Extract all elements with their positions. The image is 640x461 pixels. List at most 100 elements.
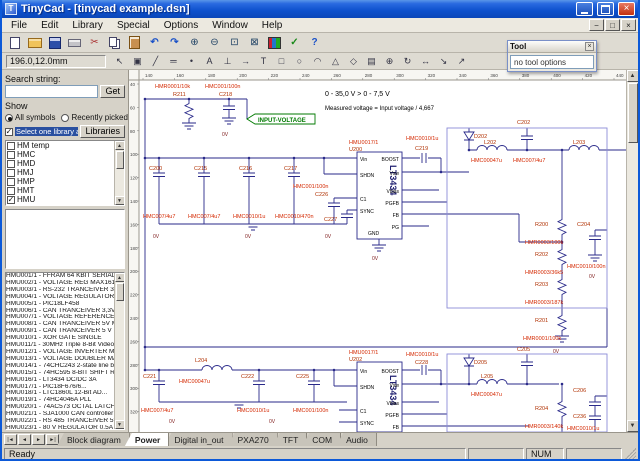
component-list-item[interactable]: HMU016/1 - LT3434 DC/DC 3A — [6, 377, 114, 384]
get-button[interactable]: Get — [100, 85, 125, 98]
library-checkbox[interactable] — [7, 178, 15, 186]
menu-item[interactable]: Window — [205, 19, 255, 32]
menu-item[interactable]: Options — [157, 19, 205, 32]
schematic-text[interactable]: R211 — [173, 92, 186, 98]
schematic-text[interactable]: HMC0010/470n — [275, 214, 314, 220]
schematic-text[interactable]: U200 — [349, 147, 362, 153]
minimize-button[interactable] — [576, 2, 593, 16]
component-list-item[interactable]: HMU006/1 - CAN TRANCEIVER 3,3V M... — [6, 308, 114, 315]
schematic-text[interactable]: BOOST — [381, 369, 399, 375]
sheet-tab[interactable]: Power — [125, 433, 170, 446]
schematic-text[interactable]: C228 — [415, 360, 428, 366]
sheet-tab[interactable]: TFT — [273, 433, 308, 446]
schematic-text[interactable]: HMR0001/100k — [523, 336, 561, 342]
restore-button[interactable] — [597, 2, 614, 16]
scroll-down-icon[interactable]: ▼ — [115, 420, 125, 429]
schematic-text[interactable]: Vin — [360, 369, 367, 375]
search-input[interactable] — [5, 85, 98, 98]
select-one-library-checkbox[interactable] — [5, 128, 13, 136]
tab-nav-button[interactable]: ►| — [46, 434, 59, 445]
schematic-text[interactable]: PG — [392, 225, 399, 231]
schematic-text[interactable]: C215 — [194, 166, 207, 172]
schematic-text[interactable]: HMR0003/140k — [525, 424, 563, 430]
schematic-canvas[interactable]: 1401601802002202402602803003203403603804… — [129, 70, 626, 432]
block-export-button[interactable]: ↗ — [453, 54, 470, 69]
component-list-item[interactable]: HMU023/1 - 80 V REGULATOR 0.5A L... — [6, 425, 114, 429]
component-list-item[interactable]: HMU005/1 - PIC18LF458 — [6, 301, 114, 308]
library-list-item[interactable]: HMD — [6, 159, 114, 168]
schematic-text[interactable]: R203 — [535, 282, 548, 288]
schematic-text[interactable]: SYNC — [360, 421, 374, 427]
schematic-text[interactable]: SHDN — [360, 173, 375, 179]
origin-button[interactable]: ⊕ — [381, 54, 398, 69]
sheet-tab[interactable]: Digital in_out — [164, 433, 232, 446]
schematic-text[interactable]: 0V — [372, 256, 379, 262]
mirror-button[interactable]: ↔ — [417, 54, 434, 69]
undo-button[interactable]: ↶ — [145, 34, 164, 51]
schematic-text[interactable]: HMR0003/100k — [525, 240, 563, 246]
titlebar[interactable]: T TinyCad - [tinycad example.dsn] × — [2, 0, 638, 18]
tab-nav-button[interactable]: ◄ — [18, 434, 31, 445]
schematic-text[interactable]: C218 — [219, 92, 232, 98]
sheet-tab[interactable]: COM — [302, 433, 341, 446]
schematic-text[interactable]: C216 — [239, 166, 252, 172]
sheet-tab[interactable]: Block diagram — [57, 433, 130, 446]
hierarchical-button[interactable]: ▤ — [363, 54, 380, 69]
resize-grip[interactable] — [624, 448, 636, 460]
component-list-item[interactable]: HMU014/1 - 74CHC243 2-state line buff... — [6, 363, 114, 370]
scroll-down-icon[interactable]: ▼ — [627, 420, 639, 432]
schematic-text[interactable]: HMR0001/10k — [155, 84, 190, 90]
menu-item[interactable]: File — [4, 19, 34, 32]
schematic-text[interactable]: 0V — [245, 234, 252, 240]
wire-button[interactable]: ╱ — [147, 54, 164, 69]
vertical-scrollbar[interactable]: ▲ ▼ — [626, 70, 638, 432]
symbol-button[interactable]: ◇ — [345, 54, 362, 69]
block-import-button[interactable]: ↘ — [435, 54, 452, 69]
schematic-text[interactable]: FB — [393, 213, 400, 219]
library-list-item[interactable]: HMT — [6, 186, 114, 195]
schematic-text[interactable]: C205 — [517, 347, 530, 353]
library-list-item[interactable]: HMP — [6, 177, 114, 186]
schematic-text[interactable]: BOOST — [381, 157, 399, 163]
menu-item[interactable]: Special — [110, 19, 157, 32]
schematic-text[interactable]: C222 — [241, 374, 254, 380]
pin-button[interactable]: → — [237, 54, 254, 69]
component-list-item[interactable]: HMU017/1 - PIC18F676/6... — [6, 384, 114, 391]
schematic-text[interactable]: L202 — [484, 140, 496, 146]
schematic-text[interactable]: HMC0010/1u — [233, 214, 265, 220]
schematic-text[interactable]: INPUT-VOLTAGE — [258, 118, 306, 124]
library-checkbox[interactable] — [7, 142, 15, 150]
libraries-button[interactable]: Libraries — [80, 125, 125, 138]
schematic-text[interactable]: C219 — [415, 146, 428, 152]
schematic-text[interactable]: 0V — [325, 234, 332, 240]
schematic-text[interactable]: HMC0010/100n — [567, 264, 606, 270]
scroll-thumb[interactable] — [116, 151, 124, 169]
schematic-text[interactable]: HMC00047u — [179, 379, 210, 385]
open-button[interactable] — [25, 34, 44, 51]
library-list-item[interactable]: HMJ — [6, 168, 114, 177]
schematic-text[interactable]: L205 — [481, 374, 493, 380]
scroll-down-icon[interactable]: ▼ — [115, 196, 125, 205]
schematic-text[interactable]: Vsw — [390, 383, 400, 389]
scroll-up-icon[interactable]: ▲ — [115, 141, 125, 150]
component-list-item[interactable]: HMU021/1 - SJA1000 CAN controller — [6, 411, 114, 418]
schematic-text[interactable]: L204 — [195, 358, 207, 364]
close-button[interactable]: × — [618, 2, 635, 16]
schematic-text[interactable]: HMC0010/1u — [237, 408, 269, 414]
schematic-text[interactable]: 0V — [589, 274, 596, 280]
check-design-button[interactable]: ✓ — [285, 34, 304, 51]
scroll-up-icon[interactable]: ▲ — [115, 273, 125, 282]
library-list-item[interactable]: HMC — [6, 150, 114, 159]
mdi-restore-button[interactable]: □ — [605, 19, 620, 31]
schematic-text[interactable]: 0V — [553, 349, 560, 355]
component-list-item[interactable]: HMU002/1 - VOLTAGE REG MAX1616... — [6, 280, 114, 287]
schematic-text[interactable]: Vsw — [390, 171, 400, 177]
component-list-scrollbar[interactable]: ▲ ▼ — [114, 273, 124, 429]
schematic-text[interactable]: C225 — [296, 374, 309, 380]
library-list-item[interactable]: HM temp — [6, 141, 114, 150]
junction-button[interactable]: • — [183, 54, 200, 69]
schematic-text[interactable]: HMC007/4u7 — [141, 408, 173, 414]
schematic-text[interactable]: FB — [393, 425, 400, 431]
tab-nav-button[interactable]: ► — [32, 434, 45, 445]
schematic-text[interactable]: HMC00047u — [471, 158, 502, 164]
